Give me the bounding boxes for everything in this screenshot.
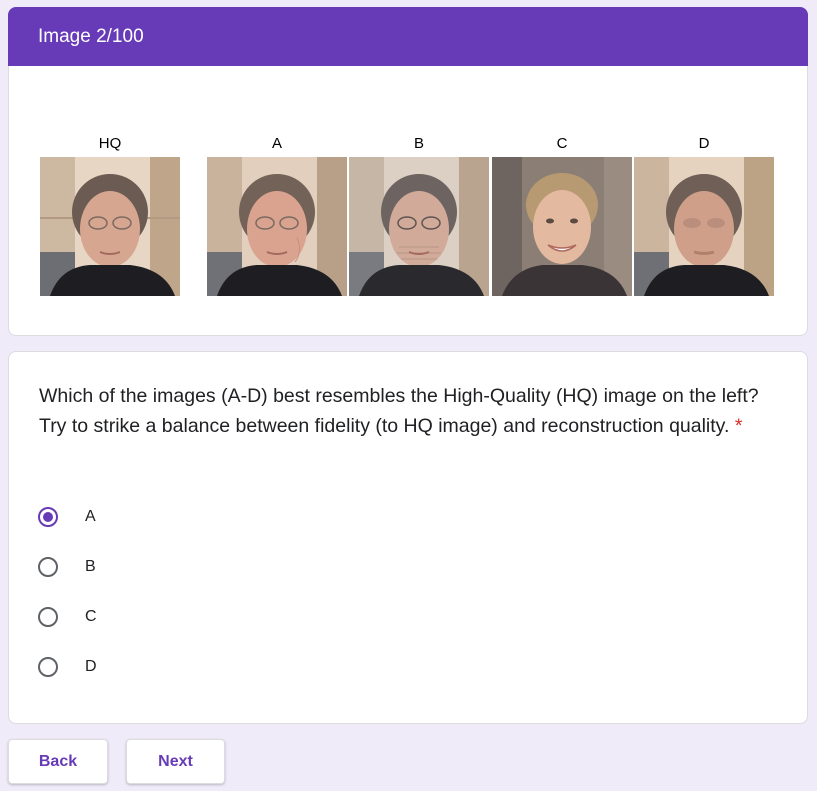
face-photo-a	[207, 157, 347, 296]
radio-b[interactable]	[38, 557, 58, 577]
option-label-d: D	[85, 658, 97, 675]
image-label-hq: HQ	[98, 135, 122, 152]
question-label: Which of the images (A-D) best resembles…	[39, 385, 759, 437]
next-button[interactable]: Next	[126, 739, 225, 784]
face-photo-b	[349, 157, 489, 296]
radio-a[interactable]	[38, 507, 58, 527]
option-c[interactable]: C	[38, 603, 97, 631]
radio-d[interactable]	[38, 657, 58, 677]
face-photo-d	[634, 157, 774, 296]
image-label-c: C	[556, 135, 568, 152]
form-page: Image 2/100 HQ A B C D Which of the imag…	[0, 0, 817, 791]
question-text: Which of the images (A-D) best resembles…	[39, 381, 779, 441]
form-header: Image 2/100	[8, 7, 808, 67]
face-photo-c	[492, 157, 632, 296]
option-label-c: C	[85, 608, 97, 625]
radio-c[interactable]	[38, 607, 58, 627]
image-label-b: B	[413, 135, 424, 152]
question-card: Which of the images (A-D) best resembles…	[8, 351, 808, 724]
face-photo-hq	[40, 157, 180, 296]
option-label-b: B	[85, 558, 96, 575]
image-label-a: A	[271, 135, 282, 152]
back-button[interactable]: Back	[8, 739, 108, 784]
option-a[interactable]: A	[38, 503, 96, 531]
option-b[interactable]: B	[38, 553, 96, 581]
page-title: Image 2/100	[38, 26, 144, 47]
image-label-d: D	[698, 135, 710, 152]
required-asterisk: *	[734, 415, 743, 437]
image-comparison-card: HQ A B C D	[8, 66, 808, 336]
option-d[interactable]: D	[38, 653, 97, 681]
option-label-a: A	[85, 508, 96, 525]
